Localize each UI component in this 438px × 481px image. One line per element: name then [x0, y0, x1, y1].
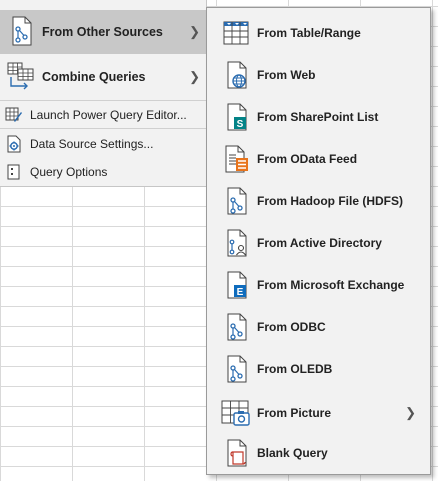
from-microsoft-exchange-item[interactable]: E From Microsoft Exchange [207, 264, 430, 306]
svg-text:E: E [237, 287, 244, 298]
blank-query-icon [221, 438, 251, 468]
from-odata-feed-item[interactable]: From OData Feed [207, 138, 430, 180]
data-source-settings-label: Data Source Settings... [30, 136, 154, 151]
document-flow-icon [8, 15, 34, 47]
from-active-directory-item[interactable]: From Active Directory [207, 222, 430, 264]
get-data-menu: From Other Sources ❯ Combine Queries ❯ L… [0, 0, 207, 187]
from-active-directory-label: From Active Directory [257, 236, 382, 250]
from-table-range-label: From Table/Range [257, 26, 361, 40]
exchange-icon: E [221, 270, 251, 300]
chevron-right-icon: ❯ [405, 405, 416, 420]
combine-queries-icon [6, 61, 36, 91]
from-sharepoint-list-item[interactable]: S From SharePoint List [207, 96, 430, 138]
menu-divider [0, 128, 206, 129]
blank-query-item[interactable]: Blank Query [207, 432, 430, 474]
from-table-range-item[interactable]: From Table/Range [207, 12, 430, 54]
web-icon [221, 60, 251, 90]
from-picture-item[interactable]: From Picture ❯ [207, 392, 430, 434]
data-source-settings-icon [5, 135, 23, 153]
from-oledb-label: From OLEDB [257, 362, 333, 376]
launch-power-query-editor-label: Launch Power Query Editor... [30, 107, 187, 122]
oledb-icon [221, 354, 251, 384]
svg-text:S: S [237, 119, 244, 130]
from-sharepoint-list-label: From SharePoint List [257, 110, 379, 124]
launch-power-query-editor-item[interactable]: Launch Power Query Editor... [0, 101, 206, 128]
from-web-label: From Web [257, 68, 316, 82]
query-options-item[interactable]: Query Options [0, 158, 206, 185]
data-source-settings-item[interactable]: Data Source Settings... [0, 130, 206, 157]
query-options-icon [5, 163, 23, 181]
blank-query-label: Blank Query [257, 446, 328, 460]
chevron-right-icon: ❯ [189, 24, 200, 39]
table-range-icon [221, 18, 251, 48]
from-picture-label: From Picture [257, 406, 332, 420]
odbc-icon [221, 312, 251, 342]
from-other-sources-submenu: From Table/Range From Web S From SharePo… [206, 7, 431, 475]
hadoop-icon [221, 186, 251, 216]
from-other-sources-item[interactable]: From Other Sources ❯ [0, 10, 206, 54]
from-odata-feed-label: From OData Feed [257, 152, 358, 166]
combine-queries-item[interactable]: Combine Queries ❯ [0, 55, 206, 99]
from-microsoft-exchange-label: From Microsoft Exchange [257, 278, 405, 292]
power-query-editor-icon [5, 106, 23, 124]
from-oledb-item[interactable]: From OLEDB [207, 348, 430, 390]
odata-icon [221, 144, 251, 174]
from-web-item[interactable]: From Web [207, 54, 430, 96]
combine-queries-label: Combine Queries [42, 70, 146, 84]
query-options-label: Query Options [30, 164, 108, 179]
from-hadoop-file-item[interactable]: From Hadoop File (HDFS) [207, 180, 430, 222]
from-odbc-label: From ODBC [257, 320, 326, 334]
sharepoint-icon: S [221, 102, 251, 132]
active-directory-icon [221, 228, 251, 258]
from-hadoop-file-label: From Hadoop File (HDFS) [257, 194, 403, 208]
from-other-sources-label: From Other Sources [42, 25, 163, 39]
picture-icon [221, 398, 251, 428]
from-odbc-item[interactable]: From ODBC [207, 306, 430, 348]
chevron-right-icon: ❯ [189, 69, 200, 84]
